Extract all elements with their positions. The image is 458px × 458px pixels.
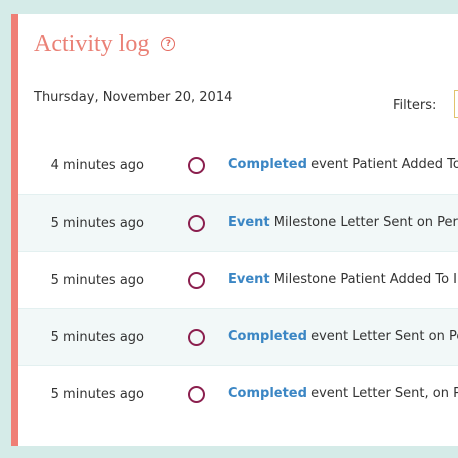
- timestamp: 5 minutes ago: [50, 215, 144, 231]
- status-circle-icon: [188, 157, 205, 174]
- entry-message: event Letter Sent on Perio: [311, 329, 458, 344]
- status-circle-icon: [188, 215, 205, 232]
- entry-tag[interactable]: Completed: [228, 157, 307, 172]
- entry-message: event Letter Sent, on Perio: [311, 386, 458, 401]
- entry-text: Completed event Patient Added To In: [228, 157, 458, 172]
- entry-tag[interactable]: Event: [228, 272, 270, 287]
- entry-text: Event Milestone Patient Added To Inp: [228, 272, 458, 287]
- timestamp: 4 minutes ago: [50, 158, 144, 173]
- filter-dropdown[interactable]: [454, 90, 458, 118]
- entry-text: Completed event Letter Sent, on Perio: [228, 386, 458, 401]
- header: Activity log ?: [34, 27, 176, 61]
- list-item[interactable]: 4 minutes ago Completed event Patient Ad…: [18, 137, 458, 194]
- list-item[interactable]: 5 minutes ago Event Milestone Letter Sen…: [18, 194, 458, 251]
- activity-log-panel: Activity log ? Thursday, November 20, 20…: [11, 14, 458, 446]
- entry-text: Completed event Letter Sent on Perio: [228, 329, 458, 344]
- status-circle-icon: [188, 329, 205, 346]
- activity-list: 4 minutes ago Completed event Patient Ad…: [18, 137, 458, 422]
- timestamp: 5 minutes ago: [50, 272, 144, 288]
- entry-message: event Patient Added To In: [311, 157, 458, 172]
- list-item[interactable]: 5 minutes ago Completed event Letter Sen…: [18, 365, 458, 422]
- timestamp: 5 minutes ago: [50, 386, 144, 402]
- entry-tag[interactable]: Completed: [228, 386, 307, 401]
- page-title: Activity log: [34, 30, 150, 57]
- status-circle-icon: [188, 272, 205, 289]
- list-item[interactable]: 5 minutes ago Event Milestone Patient Ad…: [18, 251, 458, 308]
- entry-tag[interactable]: Event: [228, 215, 270, 230]
- entry-tag[interactable]: Completed: [228, 329, 307, 344]
- status-circle-icon: [188, 386, 205, 403]
- help-icon[interactable]: ?: [161, 37, 176, 51]
- timestamp: 5 minutes ago: [50, 329, 144, 345]
- entry-message: Milestone Patient Added To Inp: [273, 272, 458, 287]
- entry-message: Milestone Letter Sent on Period: [273, 215, 458, 230]
- entry-text: Event Milestone Letter Sent on Period: [228, 215, 458, 230]
- filters-label: Filters:: [393, 98, 437, 113]
- list-item[interactable]: 5 minutes ago Completed event Letter Sen…: [18, 308, 458, 365]
- date-label: Thursday, November 20, 2014: [34, 90, 233, 105]
